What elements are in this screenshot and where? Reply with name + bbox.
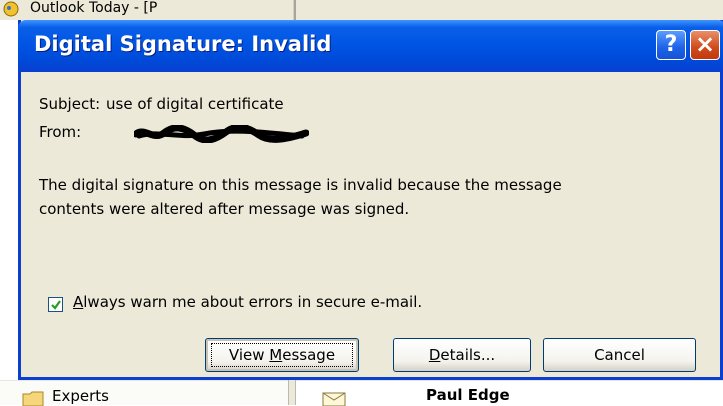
help-button[interactable]: ? bbox=[656, 30, 686, 60]
background-app-title: Outlook Today - [P bbox=[30, 0, 158, 16]
close-button[interactable]: × bbox=[690, 30, 720, 60]
from-label: From: bbox=[39, 123, 82, 141]
folder-label-experts[interactable]: Experts bbox=[52, 387, 109, 405]
cancel-button[interactable]: Cancel bbox=[543, 338, 696, 372]
outlook-app-icon bbox=[3, 1, 19, 17]
focus-rectangle bbox=[211, 343, 353, 367]
message-sender[interactable]: Paul Edge bbox=[426, 386, 510, 404]
background-divider bbox=[293, 0, 296, 20]
checkmark-icon bbox=[51, 300, 61, 310]
subject-value: use of digital certificate bbox=[106, 95, 284, 113]
message-text-line2: contents were altered after message was … bbox=[39, 200, 410, 218]
digital-signature-dialog: Digital Signature: Invalid ? × Subject: … bbox=[18, 20, 723, 380]
view-message-button[interactable]: View Message bbox=[205, 338, 359, 372]
subject-label: Subject: bbox=[39, 95, 101, 113]
dialog-titlebar[interactable]: Digital Signature: Invalid ? × bbox=[18, 20, 723, 72]
dialog-title: Digital Signature: Invalid bbox=[34, 32, 332, 56]
redacted-sender-scribble bbox=[134, 125, 309, 143]
details-button[interactable]: Details... bbox=[393, 338, 531, 372]
always-warn-label[interactable]: Always warn me about errors in secure e-… bbox=[73, 293, 422, 311]
message-text-line1: The digital signature on this message is… bbox=[39, 176, 562, 194]
background-window-titlebar: Outlook Today - [P bbox=[0, 0, 723, 20]
background-pane-splitter[interactable] bbox=[288, 380, 296, 405]
always-warn-checkbox[interactable] bbox=[48, 297, 63, 312]
folder-icon bbox=[22, 391, 44, 406]
envelope-icon bbox=[322, 392, 346, 406]
